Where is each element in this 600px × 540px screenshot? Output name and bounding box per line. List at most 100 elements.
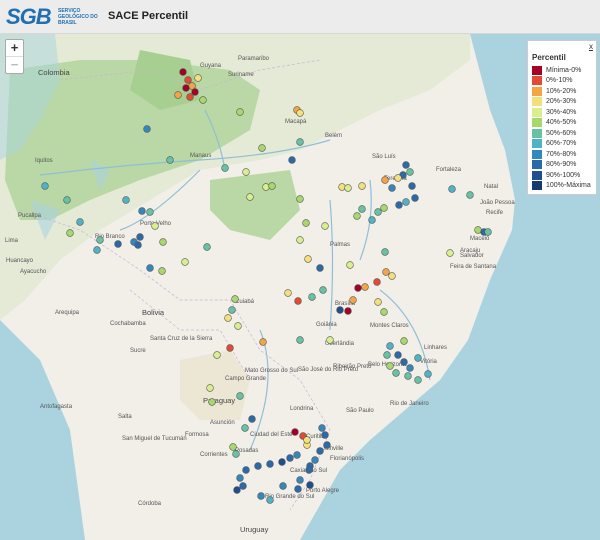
station-marker[interactable] [344, 307, 352, 315]
station-marker[interactable] [203, 243, 211, 251]
station-marker[interactable] [254, 462, 262, 470]
station-marker[interactable] [358, 205, 366, 213]
station-marker[interactable] [336, 306, 344, 314]
station-marker[interactable] [213, 351, 221, 359]
station-marker[interactable] [151, 222, 159, 230]
station-marker[interactable] [266, 460, 274, 468]
station-marker[interactable] [242, 168, 250, 176]
station-marker[interactable] [143, 125, 151, 133]
station-marker[interactable] [181, 258, 189, 266]
station-marker[interactable] [41, 182, 49, 190]
station-marker[interactable] [374, 298, 382, 306]
station-marker[interactable] [400, 337, 408, 345]
station-marker[interactable] [241, 424, 249, 432]
zoom-in-button[interactable]: + [6, 40, 23, 56]
station-marker[interactable] [231, 295, 239, 303]
station-marker[interactable] [424, 370, 432, 378]
station-marker[interactable] [381, 248, 389, 256]
station-marker[interactable] [466, 191, 474, 199]
station-marker[interactable] [191, 88, 199, 96]
station-marker[interactable] [96, 236, 104, 244]
station-marker[interactable] [229, 443, 237, 451]
station-marker[interactable] [236, 474, 244, 482]
station-marker[interactable] [293, 451, 301, 459]
station-marker[interactable] [257, 492, 265, 500]
station-marker[interactable] [296, 336, 304, 344]
station-marker[interactable] [294, 297, 302, 305]
station-marker[interactable] [279, 482, 287, 490]
station-marker[interactable] [258, 144, 266, 152]
station-marker[interactable] [368, 216, 376, 224]
station-marker[interactable] [392, 369, 400, 377]
station-marker[interactable] [186, 93, 194, 101]
station-marker[interactable] [484, 228, 492, 236]
station-marker[interactable] [136, 233, 144, 241]
station-marker[interactable] [316, 264, 324, 272]
station-marker[interactable] [296, 109, 304, 117]
station-marker[interactable] [402, 161, 410, 169]
station-marker[interactable] [380, 308, 388, 316]
station-marker[interactable] [296, 476, 304, 484]
station-marker[interactable] [239, 482, 247, 490]
station-marker[interactable] [406, 364, 414, 372]
station-marker[interactable] [302, 219, 310, 227]
station-marker[interactable] [228, 306, 236, 314]
station-marker[interactable] [208, 398, 216, 406]
station-marker[interactable] [138, 207, 146, 215]
station-marker[interactable] [400, 358, 408, 366]
station-marker[interactable] [395, 201, 403, 209]
station-marker[interactable] [354, 284, 362, 292]
station-marker[interactable] [294, 485, 302, 493]
station-marker[interactable] [404, 372, 412, 380]
station-marker[interactable] [346, 261, 354, 269]
station-marker[interactable] [199, 96, 207, 104]
station-marker[interactable] [361, 283, 369, 291]
station-marker[interactable] [319, 286, 327, 294]
station-marker[interactable] [166, 156, 174, 164]
sgb-logo[interactable]: SGB SERVIÇO GEOLÓGICO DO BRASIL [6, 5, 101, 29]
station-marker[interactable] [248, 415, 256, 423]
station-marker[interactable] [414, 376, 422, 384]
station-marker[interactable] [394, 351, 402, 359]
station-marker[interactable] [373, 278, 381, 286]
station-marker[interactable] [303, 436, 311, 444]
station-marker[interactable] [388, 184, 396, 192]
station-marker[interactable] [380, 204, 388, 212]
station-marker[interactable] [386, 342, 394, 350]
station-marker[interactable] [311, 456, 319, 464]
station-marker[interactable] [388, 272, 396, 280]
station-marker[interactable] [278, 458, 286, 466]
station-marker[interactable] [284, 289, 292, 297]
station-marker[interactable] [406, 168, 414, 176]
station-marker[interactable] [236, 108, 244, 116]
station-marker[interactable] [134, 241, 142, 249]
station-marker[interactable] [446, 249, 454, 257]
station-marker[interactable] [353, 212, 361, 220]
station-marker[interactable] [382, 268, 390, 276]
station-marker[interactable] [414, 354, 422, 362]
station-marker[interactable] [296, 138, 304, 146]
station-marker[interactable] [174, 91, 182, 99]
station-marker[interactable] [66, 229, 74, 237]
station-marker[interactable] [268, 182, 276, 190]
station-marker[interactable] [76, 218, 84, 226]
station-marker[interactable] [288, 156, 296, 164]
legend-close-button[interactable]: x [589, 42, 593, 51]
station-marker[interactable] [232, 450, 240, 458]
station-marker[interactable] [349, 296, 357, 304]
station-marker[interactable] [236, 392, 244, 400]
station-marker[interactable] [304, 255, 312, 263]
station-marker[interactable] [226, 344, 234, 352]
station-marker[interactable] [411, 194, 419, 202]
station-marker[interactable] [326, 336, 334, 344]
station-marker[interactable] [374, 208, 382, 216]
station-marker[interactable] [286, 454, 294, 462]
station-marker[interactable] [316, 447, 324, 455]
station-marker[interactable] [318, 424, 326, 432]
map-canvas[interactable]: Guyana Paramaribo Suriname Colombia Maca… [0, 34, 600, 540]
station-marker[interactable] [206, 384, 214, 392]
station-marker[interactable] [158, 267, 166, 275]
station-marker[interactable] [291, 428, 299, 436]
station-marker[interactable] [344, 184, 352, 192]
station-marker[interactable] [386, 362, 394, 370]
